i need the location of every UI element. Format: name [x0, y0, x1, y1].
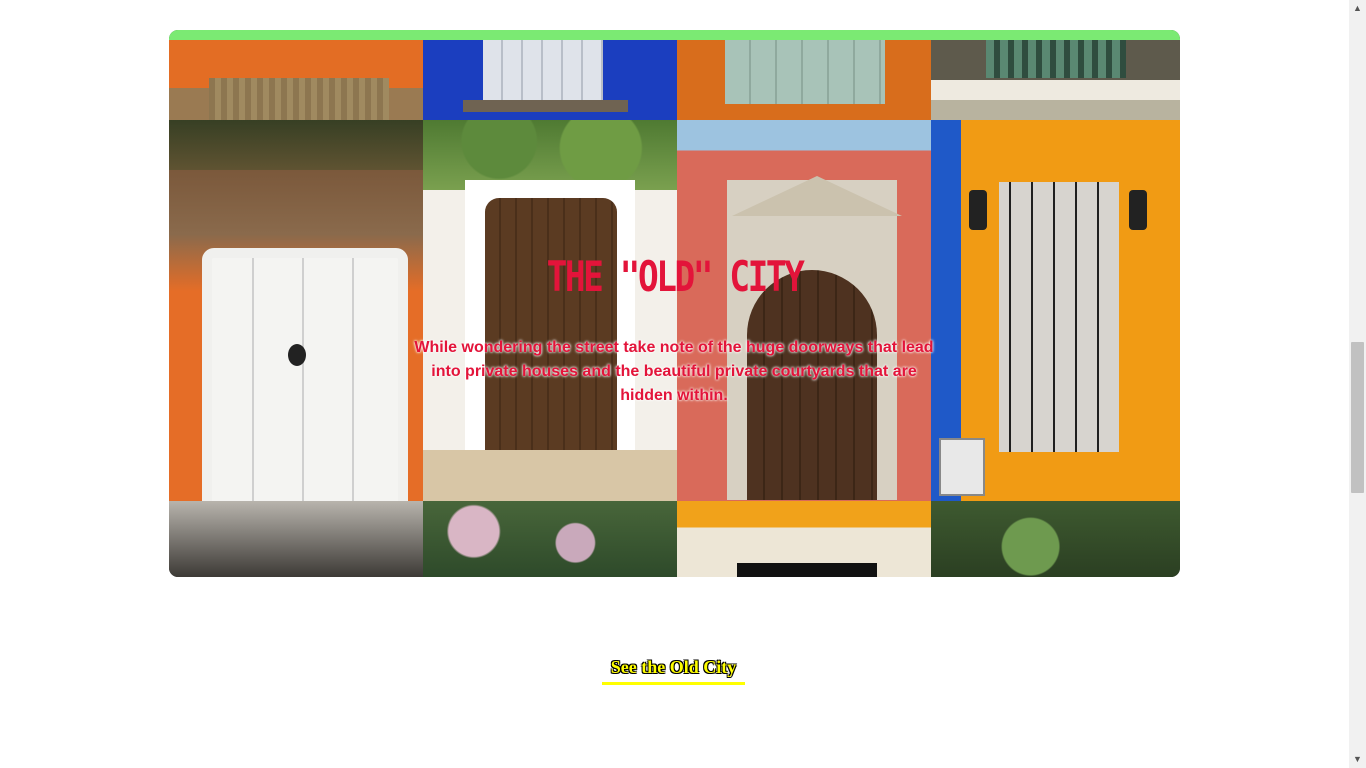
- photo-grey-bottom-1: [169, 501, 423, 577]
- photo-wooden-door: [423, 120, 677, 501]
- scroll-up-arrow-icon[interactable]: ▲: [1349, 0, 1366, 17]
- old-city-hero-banner: THE "OLD" CITY While wondering the stree…: [169, 30, 1180, 577]
- photo-flowers-bottom-2: [423, 501, 677, 577]
- scrollbar-thumb[interactable]: [1351, 342, 1364, 493]
- hero-accent-bar: [169, 30, 1180, 40]
- photo-plants-bottom-4: [931, 501, 1180, 577]
- photo-balcony-top-4: [931, 40, 1180, 120]
- lamp-icon: [1129, 190, 1147, 230]
- photo-orange-door: [931, 120, 1180, 501]
- lamp-icon: [969, 190, 987, 230]
- page: THE "OLD" CITY While wondering the stree…: [0, 0, 1349, 768]
- see-old-city-cta[interactable]: See the Old City: [602, 656, 745, 685]
- photo-blue-door-top-2: [423, 40, 677, 120]
- scroll-down-arrow-icon[interactable]: ▼: [1349, 751, 1366, 768]
- photo-window-bottom-3: [677, 501, 931, 577]
- photo-doorstep-top-1: [169, 40, 423, 120]
- photo-green-door-top-3: [677, 40, 931, 120]
- see-old-city-link[interactable]: See the Old City: [611, 656, 737, 678]
- vertical-scrollbar[interactable]: ▲ ▼: [1349, 0, 1366, 768]
- photo-arched-door: [677, 120, 931, 501]
- doorways-photo-collage: [169, 40, 1180, 577]
- cta-underline: [602, 682, 745, 685]
- photo-white-door: [169, 120, 423, 501]
- door-knocker-icon: [288, 344, 306, 366]
